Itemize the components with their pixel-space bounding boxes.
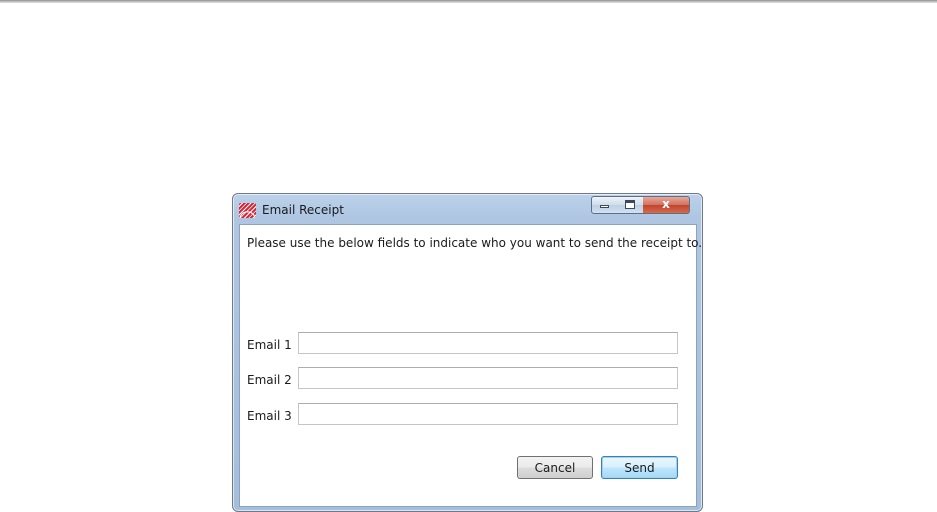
close-icon: x bbox=[662, 197, 670, 211]
email-3-label: Email 3 bbox=[247, 409, 292, 423]
cancel-button[interactable]: Cancel bbox=[517, 456, 593, 479]
app-logo-icon bbox=[239, 203, 256, 218]
maximize-icon bbox=[625, 200, 635, 209]
title-bar[interactable]: Email Receipt x bbox=[233, 194, 702, 224]
email-2-input[interactable] bbox=[298, 367, 678, 389]
close-button[interactable]: x bbox=[643, 196, 690, 214]
email-3-input[interactable] bbox=[298, 403, 678, 425]
email-2-label: Email 2 bbox=[247, 373, 292, 387]
instruction-text: Please use the below fields to indicate … bbox=[247, 236, 703, 250]
maximize-button[interactable] bbox=[617, 196, 644, 214]
email-1-input[interactable] bbox=[298, 332, 678, 354]
minimize-button[interactable] bbox=[591, 196, 618, 214]
dialog-title: Email Receipt bbox=[262, 203, 344, 217]
top-divider bbox=[0, 0, 937, 3]
send-button[interactable]: Send bbox=[601, 456, 678, 479]
dialog-body: Please use the below fields to indicate … bbox=[239, 224, 702, 507]
email-1-label: Email 1 bbox=[247, 338, 292, 352]
minimize-icon bbox=[600, 205, 609, 208]
email-receipt-dialog: Email Receipt x Please use the below fie… bbox=[232, 193, 703, 512]
